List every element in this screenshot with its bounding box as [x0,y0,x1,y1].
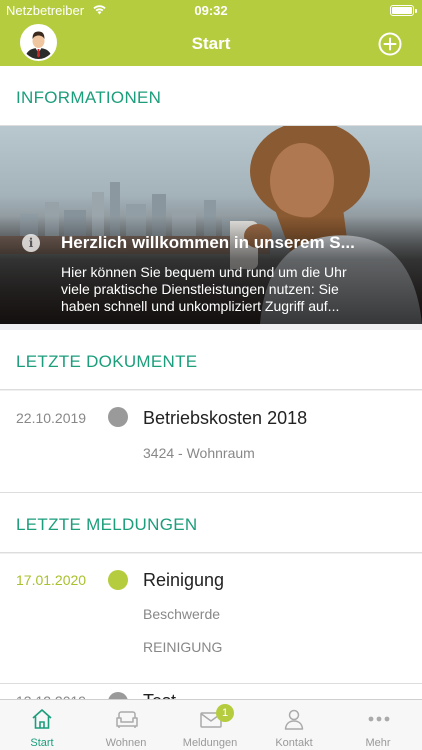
document-date: 22.10.2019 [16,410,87,426]
tab-start[interactable]: Start [0,700,84,750]
section-title: INFORMATIONEN [16,88,162,107]
status-dot [108,570,128,590]
report-category: Beschwerde [143,606,221,622]
document-subtitle: 3424 - Wohnraum [143,445,255,461]
info-banner[interactable]: i Herzlich willkommen in unserem S... Hi… [0,126,422,324]
battery-icon [390,5,417,16]
page-title: Start [191,34,231,53]
home-icon [32,709,52,729]
more-icon [368,716,390,722]
section-header-meldungen: LETZTE MELDUNGEN [0,493,422,553]
tab-meldungen[interactable]: 1 Meldungen [168,700,252,750]
tab-bar: Start Wohnen 1 Meldungen Kontakt Mehr [0,699,422,750]
tab-mehr[interactable]: Mehr [336,700,420,750]
person-icon [284,709,304,730]
section-header-informationen: INFORMATIONEN [0,66,422,126]
plus-circle-icon[interactable] [378,32,402,56]
tab-label: Start [30,737,54,749]
status-bar: Netzbetreiber 09:32 [0,0,422,22]
report-title: Reinigung [143,570,225,590]
tab-kontakt[interactable]: Kontakt [252,700,336,750]
tab-label: Meldungen [182,737,238,749]
banner-title: Herzlich willkommen in unserem S... [61,233,355,252]
clock: 09:32 [194,3,228,18]
tab-label: Mehr [365,737,391,749]
banner-text: Hier können Sie bequem und rund um die U… [61,264,347,314]
tab-label: Kontakt [275,737,313,749]
status-dot [108,407,128,427]
section-title: LETZTE DOKUMENTE [16,352,198,371]
document-title: Betriebskosten 2018 [143,408,308,428]
report-date: 17.01.2020 [16,572,87,588]
notification-badge: 1 [216,704,234,722]
document-row[interactable]: 22.10.2019 Betriebskosten 2018 3424 - Wo… [0,391,422,493]
tab-label: Wohnen [105,737,147,749]
section-title: LETZTE MELDUNGEN [16,515,198,534]
nav-bar: Start [0,22,422,66]
report-row[interactable]: 17.01.2020 Reinigung Beschwerde REINIGUN… [0,554,422,684]
report-type: REINIGUNG [143,639,223,655]
section-header-dokumente: LETZTE DOKUMENTE [0,330,422,390]
tab-wohnen[interactable]: Wohnen [84,700,168,750]
info-icon: i [22,234,40,252]
sofa-icon [116,711,138,728]
